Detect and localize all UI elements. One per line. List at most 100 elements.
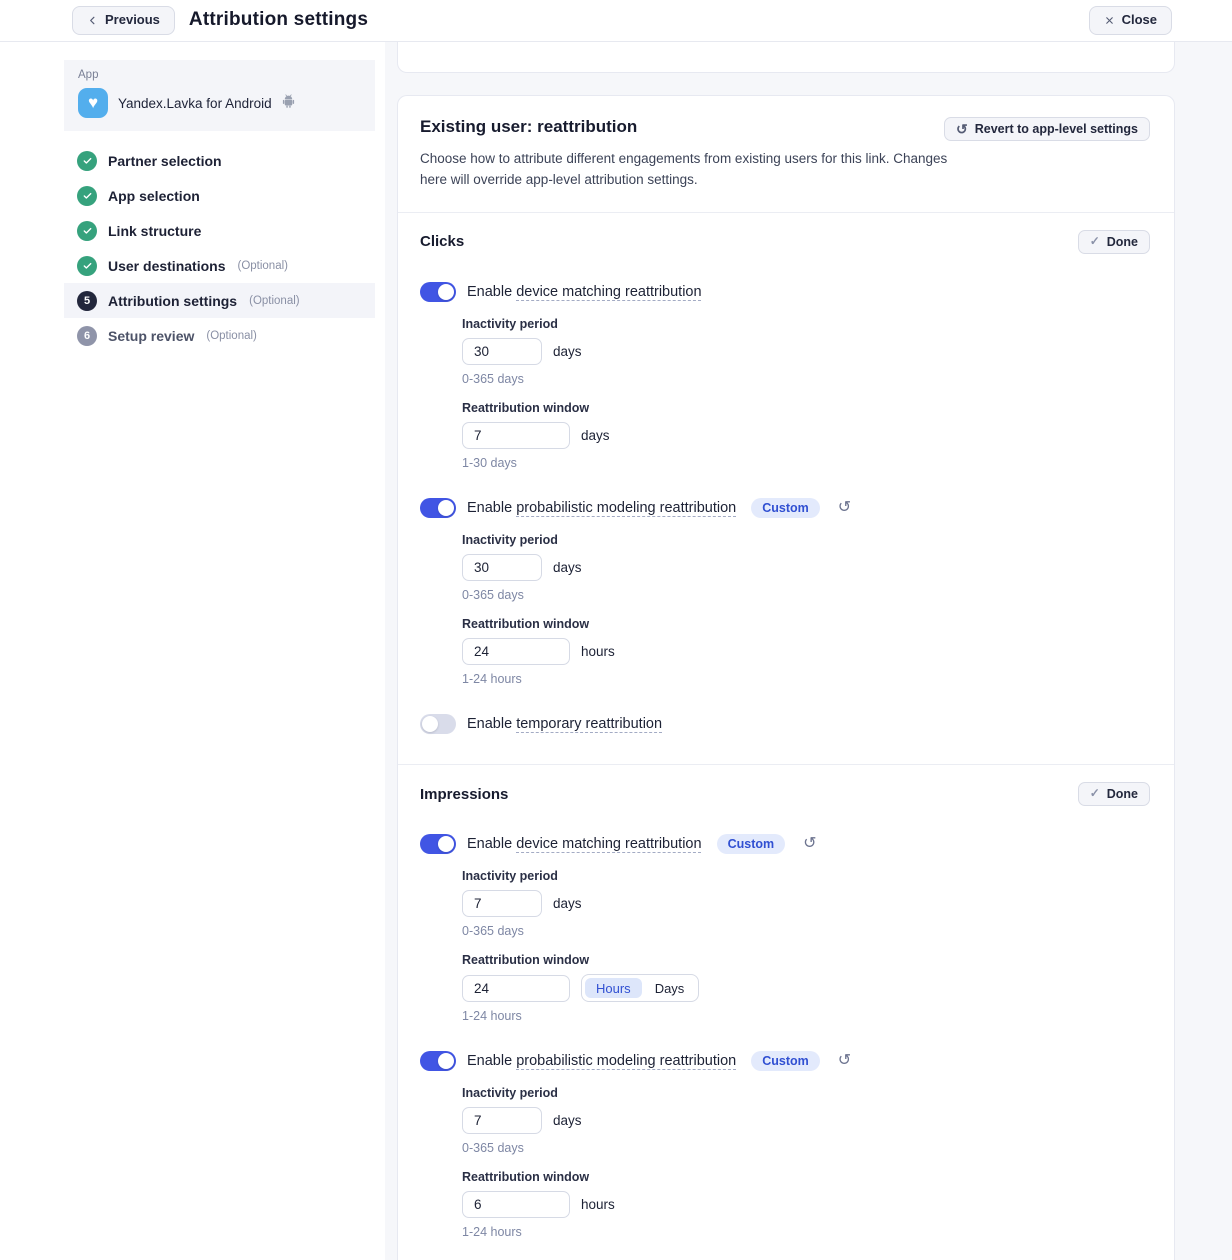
custom-badge: Custom [751,1051,820,1071]
check-icon [77,221,97,241]
impressions-heading: Impressions [420,786,508,803]
range-hint: 1-24 hours [462,1225,1150,1239]
page-title: Attribution settings [189,9,368,31]
reattribution-window-input[interactable] [462,638,570,665]
custom-badge: Custom [751,498,820,518]
hours-option[interactable]: Hours [585,978,642,998]
clicks-done-button[interactable]: ✓ Done [1078,230,1150,254]
reattribution-window-input[interactable] [462,975,570,1002]
previous-label: Previous [105,12,160,29]
range-hint: 1-30 days [462,456,1150,470]
range-hint: 1-24 hours [462,1009,1150,1023]
unit-label: hours [581,1197,615,1212]
range-hint: 0-365 days [462,372,1150,386]
top-bar: Previous Attribution settings Close [0,0,1232,42]
field-label: Reattribution window [462,617,1150,631]
undo-icon[interactable]: ↺ [838,500,851,516]
probabilistic-modeling-toggle-row: Enable probabilistic modeling reattribut… [420,498,1150,518]
temporary-reattribution-term[interactable]: temporary reattribution [516,716,662,732]
existing-user-reattribution-card: Existing user: reattribution ↺ Revert to… [397,95,1175,1260]
app-summary: App ♥ Yandex.Lavka for Android [64,60,375,131]
days-option[interactable]: Days [644,978,696,998]
device-matching-toggle[interactable] [420,834,456,854]
unit-label: days [553,560,582,575]
close-icon [1104,15,1115,26]
temporary-reattribution-toggle[interactable] [420,714,456,734]
undo-icon: ↺ [956,122,968,136]
clicks-heading: Clicks [420,233,464,250]
unit-label: hours [581,644,615,659]
wizard-sidebar: App ♥ Yandex.Lavka for Android [0,42,385,1260]
sidebar-step-user-destinations[interactable]: User destinations (Optional) [64,248,375,283]
range-hint: 0-365 days [462,588,1150,602]
check-icon [77,151,97,171]
step-label: App selection [108,188,200,204]
probabilistic-modeling-term[interactable]: probabilistic modeling reattribution [516,500,736,516]
close-button[interactable]: Close [1089,6,1172,35]
previous-button[interactable]: Previous [72,6,175,35]
inactivity-period-field: Inactivity period days 0-365 days [462,869,1150,938]
unit-segmented-control: Hours Days [581,974,699,1002]
step-label: User destinations [108,258,225,274]
unit-label: days [581,428,610,443]
revert-label: Revert to app-level settings [975,121,1138,137]
check-icon [77,256,97,276]
field-label: Inactivity period [462,317,1150,331]
sidebar-step-link-structure[interactable]: Link structure [64,213,375,248]
impressions-done-button[interactable]: ✓ Done [1078,782,1150,806]
probabilistic-modeling-toggle[interactable] [420,1051,456,1071]
reattribution-window-field: Reattribution window hours 1-24 hours [462,617,1150,686]
custom-badge: Custom [717,834,786,854]
reattribution-window-input[interactable] [462,1191,570,1218]
inactivity-period-input[interactable] [462,1107,542,1134]
reattribution-window-field: Reattribution window Hours Days 1-24 hou… [462,953,1150,1023]
app-name: Yandex.Lavka for Android [118,96,272,111]
main-content: Existing user: reattribution ↺ Revert to… [385,42,1232,1260]
field-label: Reattribution window [462,401,1150,415]
step-optional: (Optional) [237,260,288,272]
sidebar-step-attribution-settings[interactable]: 5 Attribution settings (Optional) [64,283,375,318]
sidebar-step-setup-review[interactable]: 6 Setup review (Optional) [64,318,375,353]
inactivity-period-input[interactable] [462,890,542,917]
field-label: Reattribution window [462,1170,1150,1184]
step-optional: (Optional) [206,330,257,342]
device-matching-term[interactable]: device matching reattribution [516,836,701,852]
card-description: Choose how to attribute different engage… [420,149,975,190]
step-number-badge: 5 [77,291,97,311]
chevron-left-icon [87,15,98,26]
range-hint: 1-24 hours [462,672,1150,686]
undo-icon[interactable]: ↺ [838,1053,851,1069]
inactivity-period-input[interactable] [462,338,542,365]
previous-section-card [397,42,1175,73]
sidebar-step-app-selection[interactable]: App selection [64,178,375,213]
step-label: Link structure [108,223,201,239]
field-label: Inactivity period [462,1086,1150,1100]
step-optional: (Optional) [249,295,300,307]
clicks-section: Clicks ✓ Done Enable device matching rea… [398,213,1174,765]
close-label: Close [1122,12,1157,29]
probabilistic-modeling-toggle-row: Enable probabilistic modeling reattribut… [420,1051,1150,1071]
probabilistic-modeling-term[interactable]: probabilistic modeling reattribution [516,1053,736,1069]
range-hint: 0-365 days [462,924,1150,938]
app-icon: ♥ [78,88,108,118]
unit-label: days [553,896,582,911]
revert-to-app-level-button[interactable]: ↺ Revert to app-level settings [944,117,1150,141]
field-label: Reattribution window [462,953,1150,967]
app-label: App [78,69,361,81]
sidebar-step-partner-selection[interactable]: Partner selection [64,143,375,178]
field-label: Inactivity period [462,533,1150,547]
check-icon: ✓ [1090,786,1100,802]
field-label: Inactivity period [462,869,1150,883]
reattribution-window-field: Reattribution window hours 1-24 hours [462,1170,1150,1239]
device-matching-term[interactable]: device matching reattribution [516,284,701,300]
inactivity-period-input[interactable] [462,554,542,581]
probabilistic-modeling-toggle[interactable] [420,498,456,518]
android-icon [282,94,295,113]
card-title: Existing user: reattribution [420,117,637,137]
device-matching-toggle-row: Enable device matching reattribution Cus… [420,834,1150,854]
device-matching-toggle[interactable] [420,282,456,302]
impressions-section: Impressions ✓ Done Enable device matchin… [398,765,1174,1260]
inactivity-period-field: Inactivity period days 0-365 days [462,1086,1150,1155]
reattribution-window-input[interactable] [462,422,570,449]
undo-icon[interactable]: ↺ [803,836,816,852]
